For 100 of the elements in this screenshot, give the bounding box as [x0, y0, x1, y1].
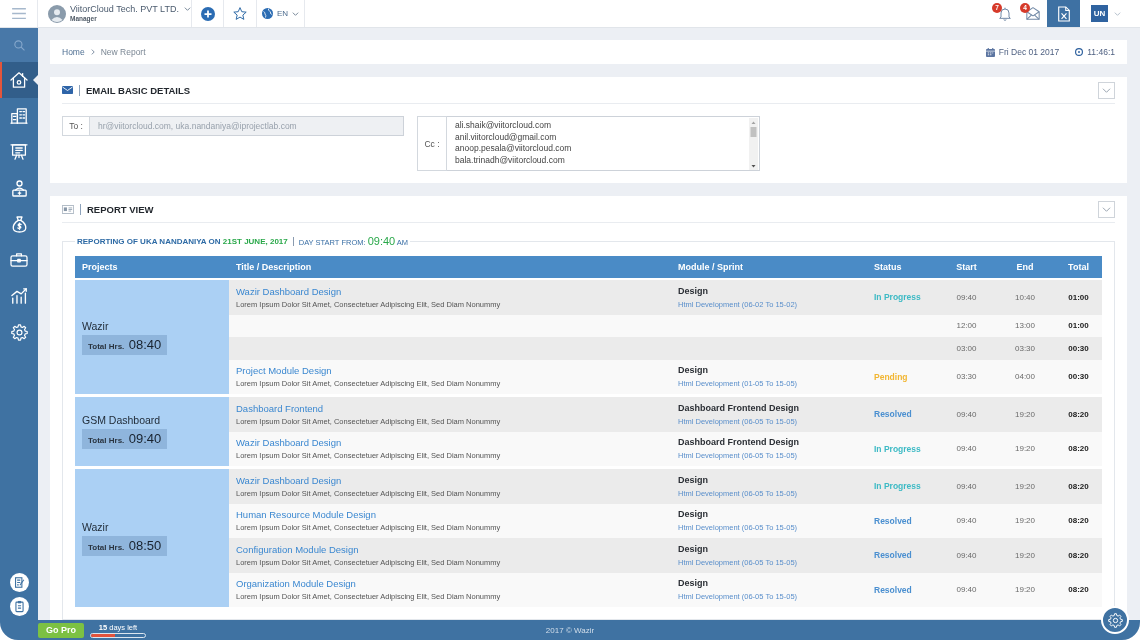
- status-text: Resolved: [874, 515, 912, 526]
- money-bag-icon: [11, 215, 27, 233]
- status-text: Resolved: [874, 584, 912, 595]
- edit-note-icon[interactable]: [9, 573, 29, 592]
- envelope-icon[interactable]: [1026, 7, 1040, 20]
- total-time: 08:20: [1068, 585, 1089, 595]
- status-text: Resolved: [874, 409, 912, 420]
- chevron-down-icon: [1102, 206, 1111, 212]
- bell-icon[interactable]: [999, 6, 1011, 21]
- total-hours-badge: Total Hrs. 08:50: [82, 535, 168, 556]
- export-excel-button[interactable]: [1047, 0, 1080, 27]
- star-icon[interactable]: [233, 7, 247, 20]
- column-header: Title / Description: [236, 262, 312, 272]
- total-hours-badge: Total Hrs. 09:40: [82, 429, 168, 449]
- copyright-text: 2017 © Wazir: [545, 625, 595, 635]
- end-time: 13:00: [1015, 321, 1035, 331]
- settings-icon: [1107, 612, 1123, 628]
- caret-down-icon[interactable]: [292, 11, 300, 16]
- cc-label: Cc :: [417, 116, 447, 171]
- task-title-link[interactable]: Organization Module Design: [236, 577, 356, 591]
- task-title-link[interactable]: Wazir Dashboard Design: [236, 284, 342, 298]
- panel-title: EMAIL BASIC DETAILS: [86, 84, 191, 96]
- search-icon: [13, 39, 25, 51]
- person-badge-icon: [11, 179, 27, 197]
- module-name: Design: [678, 542, 708, 556]
- settings-icon: [10, 323, 28, 341]
- sidebar-item[interactable]: [0, 62, 38, 98]
- end-time: 19:20: [1015, 444, 1035, 454]
- panel-title: REPORT VIEW: [87, 203, 154, 215]
- go-pro-button[interactable]: Go Pro: [38, 622, 84, 638]
- task-title-link[interactable]: Human Resource Module Design: [236, 508, 376, 522]
- end-time: 04:00: [1015, 372, 1035, 382]
- status-text: In Progress: [874, 292, 921, 303]
- language-selector[interactable]: EN: [276, 9, 289, 18]
- total-time: 00:30: [1068, 343, 1089, 353]
- module-name: Dashboard Frontend Design: [678, 401, 799, 415]
- project-name: Wazir: [82, 319, 109, 332]
- end-time: 03:30: [1015, 343, 1035, 353]
- cc-email: bala.trinadh@viitorcloud.com: [455, 155, 565, 167]
- task-title-link[interactable]: Dashboard Frontend: [236, 401, 324, 415]
- column-header: Status: [874, 262, 902, 272]
- task-title-link[interactable]: Wazir Dashboard Design: [236, 436, 342, 450]
- start-time: 03:00: [956, 343, 977, 353]
- start-time: 09:40: [956, 516, 977, 526]
- cc-field[interactable]: ali.shaik@viitorcloud.com anil.viitorcloud@gmail.com anoop.pesala@viitorcloud.com bala.trinadh@viitorcloud.com: [447, 116, 760, 171]
- total-time: 01:00: [1068, 292, 1089, 302]
- to-label: To :: [62, 116, 90, 136]
- status-text: Resolved: [874, 550, 912, 561]
- status-text: In Progress: [874, 481, 921, 492]
- to-field[interactable]: hr@viitorcloud.com, uka.nandaniya@iprojectlab.com: [90, 116, 404, 136]
- total-time: 08:20: [1068, 444, 1089, 454]
- buildings-icon: [10, 108, 28, 124]
- total-hours-badge: Total Hrs. 08:40: [82, 334, 168, 355]
- spreadsheet-file-icon: [1057, 5, 1070, 22]
- status-text: Pending: [874, 371, 908, 382]
- id-card-icon: [62, 204, 74, 214]
- breadcrumb-current: New Report: [100, 47, 146, 57]
- end-time: 19:20: [1015, 550, 1035, 560]
- cc-email: anil.viitorcloud@gmail.com: [455, 131, 557, 144]
- end-time: 19:20: [1015, 409, 1035, 419]
- user-menu-button[interactable]: UN: [1091, 5, 1108, 22]
- task-title-link[interactable]: Wazir Dashboard Design: [236, 473, 342, 487]
- bar-chart-icon: [10, 288, 28, 304]
- end-time: 19:20: [1015, 481, 1035, 491]
- task-title-link[interactable]: Configuration Module Design: [236, 542, 359, 556]
- status-text: In Progress: [874, 443, 921, 454]
- clock-icon: [1075, 48, 1084, 56]
- add-icon[interactable]: [200, 6, 215, 21]
- clipboard-icon[interactable]: [9, 597, 29, 616]
- total-time: 00:30: [1068, 372, 1089, 382]
- column-header: Total: [1068, 262, 1089, 272]
- module-name: Dashboard Frontend Design: [678, 436, 799, 450]
- date-text: Fri Dec 01 2017: [998, 47, 1060, 57]
- project-name: Wazir: [82, 520, 109, 533]
- column-header: Projects: [82, 262, 118, 272]
- start-time: 09:40: [956, 585, 977, 595]
- end-time: 19:20: [1015, 585, 1035, 595]
- start-time: 09:40: [956, 481, 977, 491]
- caret-down-icon[interactable]: [183, 7, 191, 12]
- module-name: Design: [678, 508, 708, 522]
- task-title-link[interactable]: Project Module Design: [236, 364, 332, 378]
- end-time: 19:20: [1015, 516, 1035, 526]
- module-name: Design: [678, 473, 708, 487]
- start-time: 12:00: [956, 321, 977, 331]
- project-name: GSM Dashboard: [82, 414, 161, 426]
- cc-email: ali.shaik@viitorcloud.com: [455, 120, 552, 132]
- time-text: 11:46:1: [1087, 47, 1115, 57]
- column-header: Start: [956, 262, 977, 272]
- chevron-down-icon: [1102, 87, 1111, 93]
- report-heading: REPORTING OF UKA NANDANIYA ON 21ST JUNE, 2017: [77, 236, 288, 246]
- total-time: 01:00: [1068, 321, 1089, 331]
- envelope-icon: [62, 86, 73, 94]
- column-header: End: [1016, 262, 1034, 272]
- globe-icon: [261, 8, 273, 19]
- breadcrumb-link[interactable]: Home: [62, 47, 85, 57]
- end-time: 10:40: [1015, 292, 1035, 302]
- scrollbar[interactable]: [749, 118, 758, 170]
- column-header: Module / Sprint: [678, 262, 743, 272]
- company-name[interactable]: ViitorCloud Tech. PVT LTD.: [70, 4, 179, 14]
- calendar-icon: [985, 47, 995, 57]
